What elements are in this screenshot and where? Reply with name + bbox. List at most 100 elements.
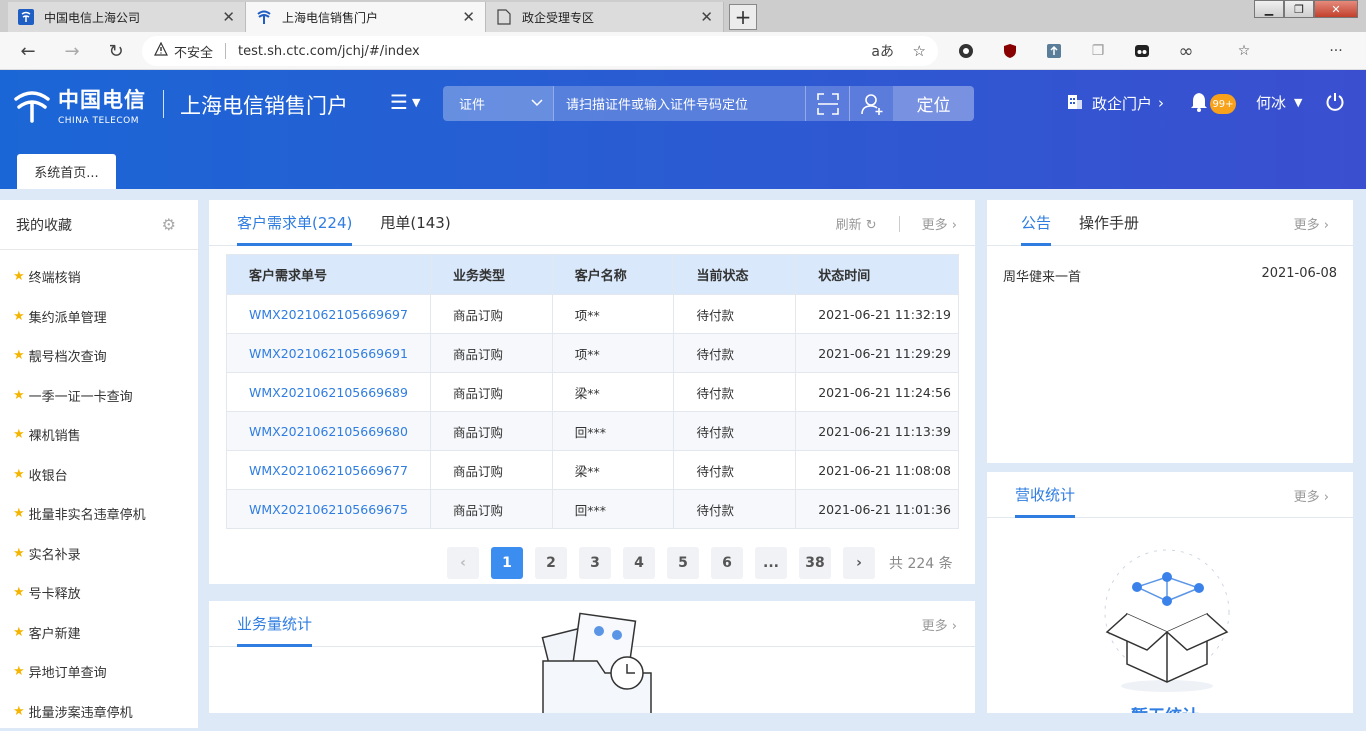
- close-icon[interactable]: ✕: [700, 8, 713, 26]
- page-button[interactable]: 6: [711, 547, 743, 579]
- back-arrow-icon[interactable]: ←: [16, 39, 40, 63]
- favorites-sidebar: 我的收藏 ⚙ ★终端核销 ★集约派单管理 ★靓号档次查询 ★一季一证一卡查询 ★…: [0, 200, 198, 728]
- more-link[interactable]: 更多 ›: [1294, 486, 1329, 505]
- more-link[interactable]: 更多 ›: [1294, 214, 1329, 233]
- favorites-icon[interactable]: ☆: [1234, 41, 1254, 61]
- sidebar-item-label: 批量非实名违章停机: [29, 504, 146, 523]
- close-icon[interactable]: ✕: [462, 8, 475, 26]
- sidebar-item[interactable]: ★靓号档次查询: [0, 336, 198, 376]
- copy-icon[interactable]: ❐: [1088, 41, 1108, 61]
- sidebar-item[interactable]: ★收银台: [0, 455, 198, 495]
- revenue-panel: 营收统计 更多 › 暂无统计: [987, 472, 1353, 713]
- sidebar-item-label: 靓号档次查询: [29, 346, 107, 365]
- more-link[interactable]: 更多 ›: [922, 615, 957, 634]
- telecom-logo-icon: [12, 87, 52, 123]
- business-volume-panel: 业务量统计 更多 ›: [209, 601, 975, 713]
- order-number-link[interactable]: WMX2021062105669689: [227, 373, 431, 412]
- table-cell: 2021-06-21 11:24:56: [796, 373, 959, 412]
- gear-icon[interactable]: ⚙: [162, 215, 176, 234]
- close-icon[interactable]: ✕: [222, 8, 235, 26]
- minimize-button[interactable]: ▁: [1254, 0, 1284, 18]
- sidebar-item[interactable]: ★批量涉案违章停机: [0, 692, 198, 731]
- order-number-link[interactable]: WMX2021062105669691: [227, 334, 431, 373]
- notification-bell-icon[interactable]: [1190, 92, 1208, 112]
- sidebar-item[interactable]: ★异地订单查询: [0, 652, 198, 692]
- chevron-right-icon: ›: [952, 218, 957, 233]
- certificate-search: 证件 请扫描证件或输入证件号码定位 定位: [443, 86, 974, 121]
- sidebar-item[interactable]: ★号卡释放: [0, 573, 198, 613]
- url-text[interactable]: test.sh.ctc.com/jchj/#/index: [238, 44, 420, 59]
- orders-panel: 客户需求单(224) 甩单(143) 刷新 ↻ 更多 › 客户需求单号 业务类型…: [209, 200, 975, 584]
- table-row: WMX2021062105669691 商品订购 项** 待付款 2021-06…: [227, 334, 959, 373]
- add-user-icon[interactable]: [849, 86, 893, 121]
- table-cell: 商品订购: [430, 295, 552, 334]
- tampermonkey-icon[interactable]: [1132, 41, 1152, 61]
- star-icon: ★: [13, 506, 25, 521]
- pagination: ‹ 1 2 3 4 5 6 ... 38 › 共 224 条: [447, 547, 953, 579]
- user-menu[interactable]: 何冰 ▼: [1256, 92, 1302, 113]
- page-button[interactable]: 5: [667, 547, 699, 579]
- order-number-link[interactable]: WMX2021062105669680: [227, 412, 431, 451]
- new-tab-button[interactable]: +: [729, 4, 757, 30]
- certificate-type-select[interactable]: 证件: [443, 86, 553, 121]
- sidebar-item[interactable]: ★实名补录: [0, 534, 198, 574]
- tab-system-home[interactable]: 系统首页...: [17, 154, 116, 189]
- browser-tab-1[interactable]: 上海电信销售门户 ✕: [246, 2, 486, 32]
- sidebar-item[interactable]: ★ 批量非实名违章停机: [0, 494, 198, 534]
- browser-toolbar: ← → ↻ 不安全 test.sh.ctc.com/jchj/#/index a…: [0, 32, 1366, 70]
- menu-button[interactable]: ☰ ▼: [390, 90, 420, 114]
- sidebar-item-label: 收银台: [29, 465, 68, 484]
- sidebar-item[interactable]: ★终端核销: [0, 257, 198, 297]
- read-aloud-icon[interactable]: aあ: [871, 41, 894, 61]
- table-cell: 2021-06-21 11:13:39: [796, 412, 959, 451]
- upload-icon[interactable]: [1044, 41, 1064, 61]
- gov-portal-link[interactable]: 政企门户 ›: [1066, 92, 1164, 114]
- browser-tab-0[interactable]: 中国电信上海公司 ✕: [8, 2, 246, 32]
- orders-tools: 刷新 ↻ 更多 ›: [836, 214, 957, 233]
- prev-page-button[interactable]: ‹: [447, 547, 479, 579]
- forward-arrow-icon[interactable]: →: [60, 39, 84, 63]
- telecom-favicon: [256, 9, 272, 25]
- locate-button[interactable]: 定位: [893, 86, 974, 121]
- tab-notice[interactable]: 公告: [1021, 199, 1051, 245]
- more-label: 更多: [922, 619, 948, 634]
- sidebar-item[interactable]: ★客户新建: [0, 613, 198, 653]
- ublock-icon[interactable]: [1000, 41, 1020, 61]
- page-button[interactable]: 3: [579, 547, 611, 579]
- more-menu-icon[interactable]: ···: [1326, 41, 1346, 61]
- page-ellipsis[interactable]: ...: [755, 547, 787, 579]
- favorite-star-icon[interactable]: ☆: [913, 42, 926, 60]
- extension-icon[interactable]: [956, 41, 976, 61]
- chevron-down-icon: [531, 96, 543, 111]
- order-number-link[interactable]: WMX2021062105669677: [227, 451, 431, 490]
- order-number-link[interactable]: WMX2021062105669697: [227, 295, 431, 334]
- warning-icon: [154, 42, 168, 60]
- window-close-button[interactable]: ✕: [1314, 0, 1358, 18]
- refresh-button[interactable]: 刷新 ↻: [836, 214, 877, 233]
- favorites-list: ★终端核销 ★集约派单管理 ★靓号档次查询 ★一季一证一卡查询 ★裸机销售 ★收…: [0, 250, 198, 731]
- page-button[interactable]: 4: [623, 547, 655, 579]
- tab-dispatch[interactable]: 甩单(143): [380, 199, 450, 245]
- certificate-number-input[interactable]: 请扫描证件或输入证件号码定位: [553, 86, 805, 121]
- sidebar-item[interactable]: ★一季一证一卡查询: [0, 376, 198, 416]
- reload-icon[interactable]: ↻: [104, 39, 128, 63]
- next-page-button[interactable]: ›: [843, 547, 875, 579]
- browser-tab-2[interactable]: 政企受理专区 ✕: [486, 2, 724, 32]
- address-bar[interactable]: 不安全 test.sh.ctc.com/jchj/#/index aあ ☆: [142, 36, 938, 66]
- tab-customer-demand[interactable]: 客户需求单(224): [237, 199, 352, 245]
- notice-item[interactable]: 周华健来一首 2021-06-08: [1003, 266, 1337, 285]
- sidebar-item[interactable]: ★集约派单管理: [0, 297, 198, 337]
- page-button[interactable]: 38: [799, 547, 831, 579]
- more-link[interactable]: 更多 ›: [922, 214, 957, 233]
- power-icon[interactable]: [1325, 92, 1345, 112]
- sidebar-item[interactable]: ★裸机销售: [0, 415, 198, 455]
- star-icon: ★: [13, 269, 25, 284]
- tab-manual[interactable]: 操作手册: [1079, 199, 1139, 245]
- scan-icon[interactable]: [805, 86, 849, 121]
- infinity-icon[interactable]: ∞: [1176, 41, 1196, 61]
- table-row: WMX2021062105669675 商品订购 回*** 待付款 2021-0…: [227, 490, 959, 529]
- order-number-link[interactable]: WMX2021062105669675: [227, 490, 431, 529]
- maximize-button[interactable]: ❐: [1284, 0, 1314, 18]
- page-button[interactable]: 1: [491, 547, 523, 579]
- page-button[interactable]: 2: [535, 547, 567, 579]
